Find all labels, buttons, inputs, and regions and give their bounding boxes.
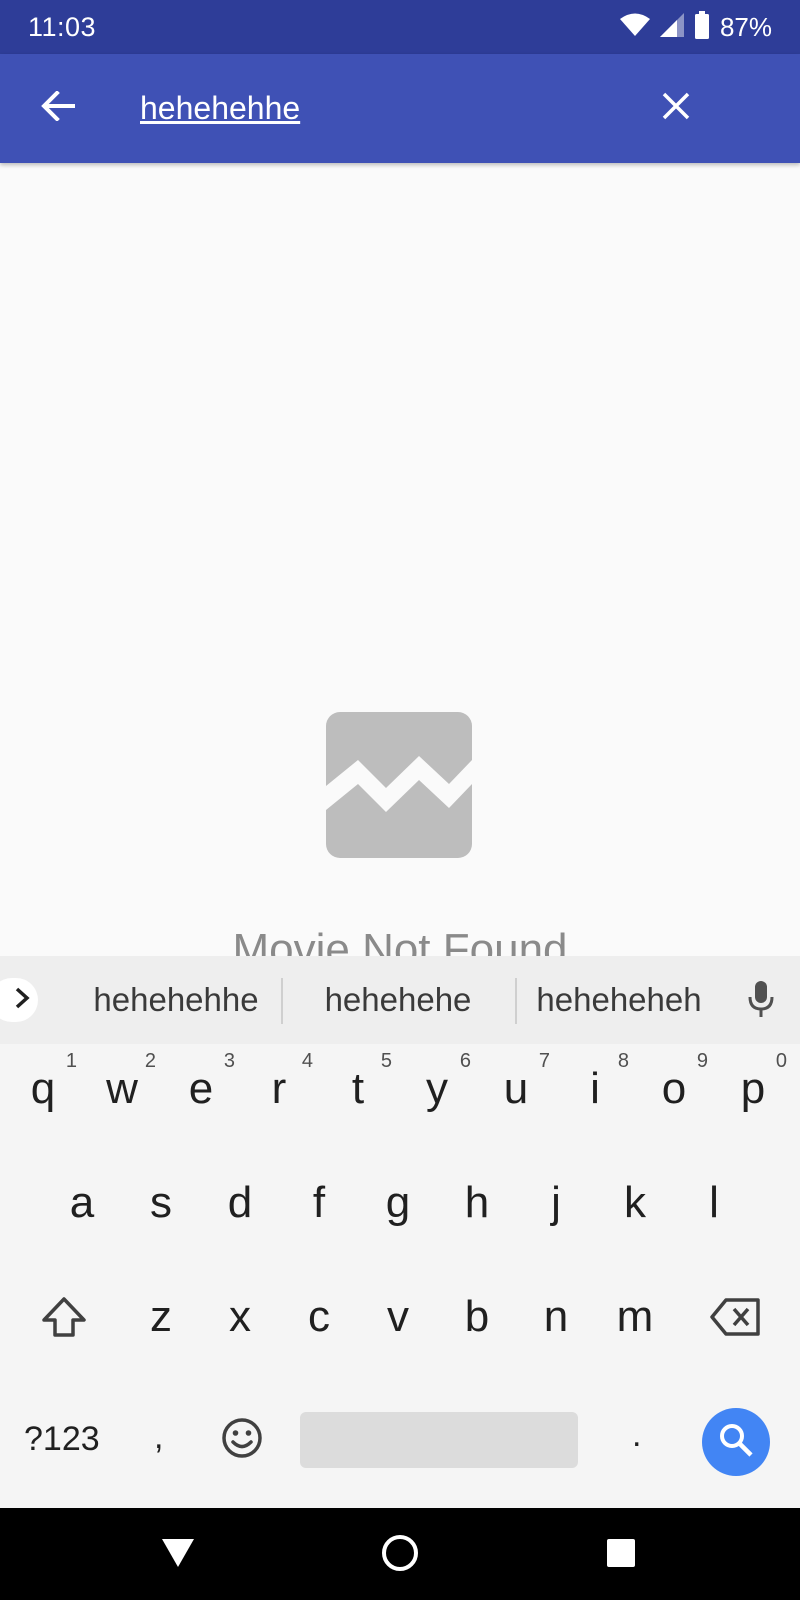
key-r[interactable]: r4 xyxy=(243,1044,315,1144)
key-o[interactable]: o9 xyxy=(638,1044,710,1144)
space-bar[interactable] xyxy=(300,1412,578,1468)
recents-square-icon xyxy=(606,1538,636,1573)
backspace-icon xyxy=(710,1297,762,1342)
search-action-button[interactable] xyxy=(702,1408,770,1476)
suggestion-divider xyxy=(515,978,517,1024)
status-icons: 87% xyxy=(619,10,772,44)
search-icon xyxy=(718,1422,754,1463)
backspace-key[interactable] xyxy=(700,1274,772,1364)
key-u[interactable]: u7 xyxy=(480,1044,552,1144)
suggestion-expand-button[interactable] xyxy=(0,978,38,1022)
app-bar xyxy=(0,54,800,163)
arrow-back-icon xyxy=(41,89,75,126)
voice-input-button[interactable] xyxy=(741,978,781,1024)
key-n[interactable]: n xyxy=(520,1272,592,1372)
clear-search-button[interactable] xyxy=(648,80,704,136)
chevron-right-icon xyxy=(14,986,30,1015)
close-icon xyxy=(662,92,690,125)
key-g[interactable]: g xyxy=(362,1158,434,1258)
shift-icon xyxy=(41,1296,87,1343)
key-c[interactable]: c xyxy=(283,1272,355,1372)
status-time: 11:03 xyxy=(28,12,97,42)
key-t[interactable]: t5 xyxy=(322,1044,394,1144)
period-key[interactable]: . xyxy=(632,1416,641,1455)
key-s[interactable]: s xyxy=(125,1158,197,1258)
key-d[interactable]: d xyxy=(204,1158,276,1258)
symbols-key[interactable]: ?123 xyxy=(24,1420,100,1459)
key-i[interactable]: i8 xyxy=(559,1044,631,1144)
key-b[interactable]: b xyxy=(441,1272,513,1372)
key-x[interactable]: x xyxy=(204,1272,276,1372)
nav-home-button[interactable] xyxy=(375,1530,425,1580)
key-q[interactable]: q1 xyxy=(7,1044,79,1144)
back-button[interactable] xyxy=(30,80,86,136)
suggestion-1[interactable]: hehehehhe xyxy=(70,978,282,1022)
shift-key[interactable] xyxy=(28,1274,100,1364)
emoji-key[interactable] xyxy=(216,1412,268,1468)
suggestion-3[interactable]: heheheheh xyxy=(520,978,718,1022)
key-k[interactable]: k xyxy=(599,1158,671,1258)
nav-back-button[interactable] xyxy=(153,1530,203,1580)
key-z[interactable]: z xyxy=(125,1272,197,1372)
wifi-icon xyxy=(619,13,650,42)
key-m[interactable]: m xyxy=(599,1272,671,1372)
key-f[interactable]: f xyxy=(283,1158,355,1258)
comma-key[interactable]: , xyxy=(154,1418,163,1457)
back-triangle-icon xyxy=(161,1538,195,1573)
battery-percent: 87% xyxy=(719,12,772,42)
broken-image-icon xyxy=(326,712,472,858)
key-l[interactable]: l xyxy=(678,1158,750,1258)
suggestion-divider xyxy=(281,978,283,1024)
battery-icon xyxy=(694,10,710,44)
signal-icon xyxy=(659,12,684,42)
key-e[interactable]: e3 xyxy=(165,1044,237,1144)
key-p[interactable]: p0 xyxy=(717,1044,789,1144)
key-v[interactable]: v xyxy=(362,1272,434,1372)
suggestion-2[interactable]: hehehehe xyxy=(286,978,510,1022)
status-bar: 11:03 87% xyxy=(0,0,800,54)
search-input[interactable] xyxy=(140,82,620,134)
key-j[interactable]: j xyxy=(520,1158,592,1258)
home-circle-icon xyxy=(381,1534,419,1577)
nav-recents-button[interactable] xyxy=(596,1530,646,1580)
emoji-icon xyxy=(221,1417,263,1464)
key-y[interactable]: y6 xyxy=(401,1044,473,1144)
suggestion-strip: hehehehhe hehehehe heheheheh xyxy=(0,956,800,1044)
key-a[interactable]: a xyxy=(46,1158,118,1258)
soft-keyboard: hehehehhe hehehehe heheheheh q1 w2 e3 r4… xyxy=(0,956,800,1508)
key-w[interactable]: w2 xyxy=(86,1044,158,1144)
navigation-bar xyxy=(0,1508,800,1600)
key-h[interactable]: h xyxy=(441,1158,513,1258)
mic-icon xyxy=(747,979,775,1024)
